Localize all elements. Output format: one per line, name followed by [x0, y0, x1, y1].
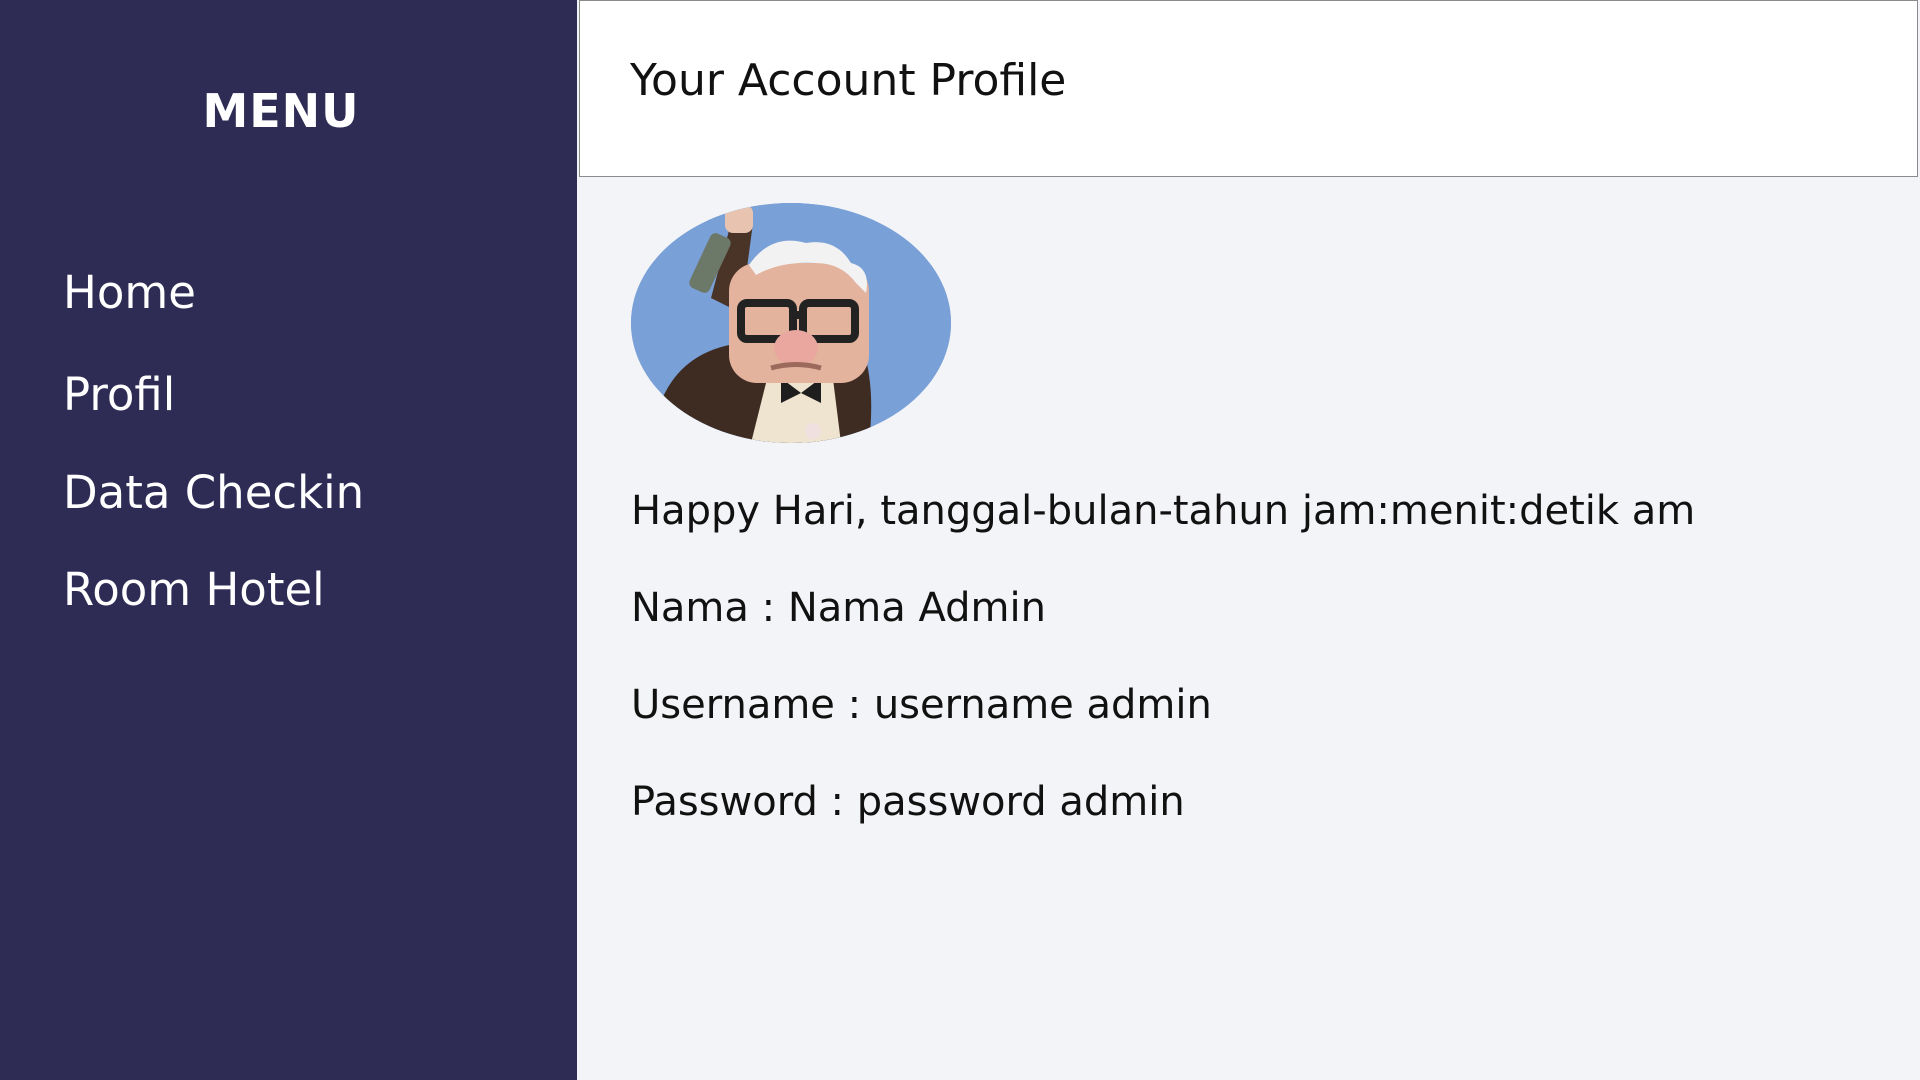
menu-title: MENU	[202, 84, 360, 138]
username-field: Username : username admin	[631, 682, 1212, 728]
sidebar-item-room-hotel[interactable]: Room Hotel	[63, 563, 325, 616]
page-title: Your Account Profile	[630, 55, 1067, 106]
sidebar-item-home[interactable]: Home	[63, 266, 196, 319]
sidebar-item-profil[interactable]: Profil	[63, 368, 175, 421]
greeting-text: Happy Hari, tanggal-bulan-tahun jam:meni…	[631, 488, 1696, 534]
nama-field: Nama : Nama Admin	[631, 585, 1046, 631]
sidebar: MENU Home Profil Data Checkin Room Hotel	[0, 0, 577, 1080]
page-header: Your Account Profile	[579, 0, 1918, 177]
sidebar-item-data-checkin[interactable]: Data Checkin	[63, 466, 364, 519]
password-field: Password : password admin	[631, 779, 1185, 825]
user-avatar-icon	[631, 203, 951, 443]
